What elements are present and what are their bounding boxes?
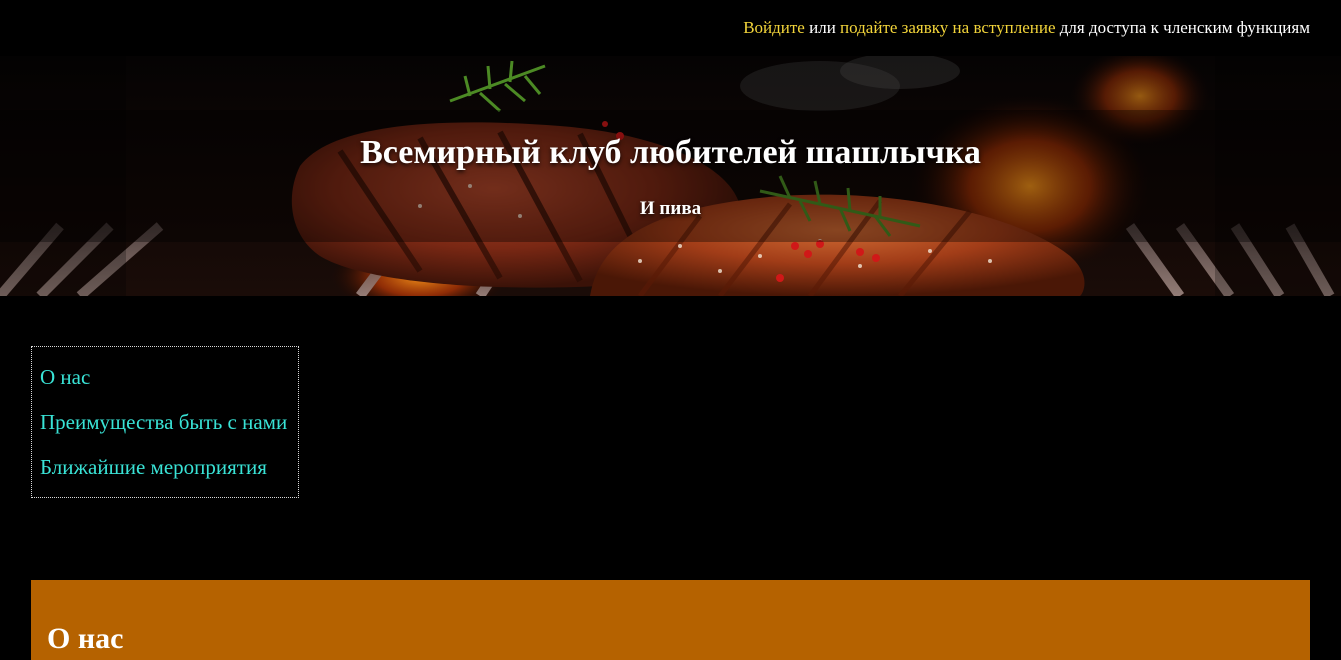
site-title: Всемирный клуб любителей шашлычка [360, 134, 981, 171]
about-section: О нас [31, 580, 1310, 660]
top-login-bar: Войдите или подайте заявку на вступление… [0, 0, 1341, 56]
login-message: Войдите или подайте заявку на вступление… [743, 18, 1310, 38]
or-text: или [809, 18, 836, 37]
hero-image [0, 56, 1341, 296]
about-heading: О нас [47, 622, 124, 655]
site-subtitle: И пива [639, 198, 702, 219]
apply-link[interactable]: подайте заявку на вступление [840, 18, 1055, 37]
nav-item-benefits[interactable]: Преимущества быть с нами [40, 410, 290, 434]
hero-banner: Всемирный клуб любителей шашлычка И пива [0, 56, 1341, 296]
section-nav: О нас Преимущества быть с нами Ближайшие… [31, 346, 299, 498]
nav-item-events[interactable]: Ближайшие мероприятия [40, 455, 290, 479]
nav-item-about[interactable]: О нас [40, 365, 290, 389]
login-link[interactable]: Войдите [743, 18, 805, 37]
members-access-text: для доступа к членским функциям [1059, 18, 1310, 37]
